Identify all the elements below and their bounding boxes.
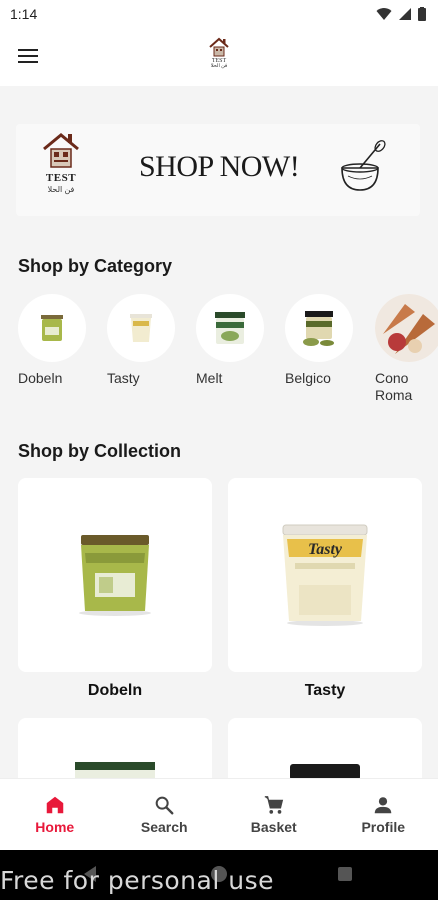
mixing-bowl-icon: [341, 140, 386, 191]
home-content[interactable]: TEST فن الحلا SHOP NOW! Shop by Category…: [0, 86, 438, 778]
collection-card-dobeln[interactable]: Dobeln: [18, 478, 212, 700]
category-item-dobeln[interactable]: Dobeln: [18, 294, 94, 387]
melt-jar-image: [215, 312, 245, 344]
tasty-jar-image: [130, 314, 152, 342]
banner-headline: SHOP NOW!: [139, 150, 300, 183]
battery-icon: [418, 7, 426, 21]
nav-profile[interactable]: Profile: [329, 779, 438, 850]
tasty-product-image: Tasty: [282, 524, 368, 626]
home-icon: [46, 796, 63, 814]
dobeln-product-image: [79, 535, 151, 616]
nav-label: Search: [140, 819, 188, 835]
category-label: Melt: [196, 370, 223, 386]
app-bar: TEST فن الحلا: [0, 28, 438, 86]
banner-logo: TEST فن الحلا: [40, 130, 82, 214]
collection-card[interactable]: [18, 718, 212, 778]
wifi-icon: [376, 8, 392, 20]
tasty-jar-label: Tasty: [308, 541, 343, 558]
collection-card[interactable]: [228, 718, 422, 778]
category-label: Tasty: [107, 370, 140, 386]
nav-basket[interactable]: Basket: [219, 779, 329, 850]
nav-home[interactable]: Home: [0, 779, 110, 850]
search-icon: [155, 796, 174, 815]
category-label: Cono Roma: [375, 370, 413, 403]
status-icons: [376, 7, 426, 21]
nav-search[interactable]: Search: [110, 779, 220, 850]
collection-card-label: Dobeln: [87, 682, 143, 699]
belgico-jar-image: [303, 311, 334, 346]
menu-icon: [18, 49, 38, 51]
product-image: [290, 764, 360, 778]
category-item-melt[interactable]: Melt: [196, 294, 272, 387]
signal-icon: [399, 8, 411, 20]
category-item-belgico[interactable]: Belgico: [285, 294, 361, 387]
menu-button[interactable]: [16, 44, 40, 68]
category-item-cono-roma[interactable]: Cono Roma: [375, 294, 438, 404]
watermark: Free for personal use: [0, 866, 274, 895]
category-section-title: Shop by Category: [18, 256, 173, 276]
cono-roma-image: [375, 294, 438, 362]
dobeln-jar-image: [41, 315, 63, 341]
promo-banner[interactable]: TEST فن الحلا SHOP NOW!: [16, 124, 420, 216]
collection-card-label: Tasty: [304, 682, 346, 699]
nav-label: Home: [35, 819, 75, 835]
category-item-tasty[interactable]: Tasty: [107, 294, 183, 387]
collection-card-tasty[interactable]: Tasty Tasty: [228, 478, 422, 700]
category-label: Belgico: [285, 370, 331, 386]
category-list[interactable]: Dobeln Tasty Melt Belgico Cono Roma: [0, 294, 438, 414]
nav-label: Profile: [361, 819, 406, 835]
bottom-nav: Home Search Basket Profile: [0, 778, 438, 850]
app-logo: TEST فن الحلا: [203, 36, 235, 78]
status-bar: 1:14: [0, 0, 438, 28]
recents-icon[interactable]: [338, 867, 352, 881]
status-time: 1:14: [10, 6, 38, 22]
collection-section-title: Shop by Collection: [18, 441, 182, 461]
category-label: Dobeln: [18, 370, 63, 386]
app-logo-subtext: فن الحلا: [210, 64, 228, 69]
house-logo-icon: [43, 133, 79, 168]
banner-brand: TEST: [45, 172, 77, 184]
cart-icon: [264, 796, 283, 814]
banner-brand-sub: فن الحلا: [47, 185, 75, 194]
product-image: [75, 762, 155, 778]
person-icon: [375, 797, 392, 814]
nav-label: Basket: [250, 819, 297, 835]
house-logo-icon: [209, 37, 229, 57]
